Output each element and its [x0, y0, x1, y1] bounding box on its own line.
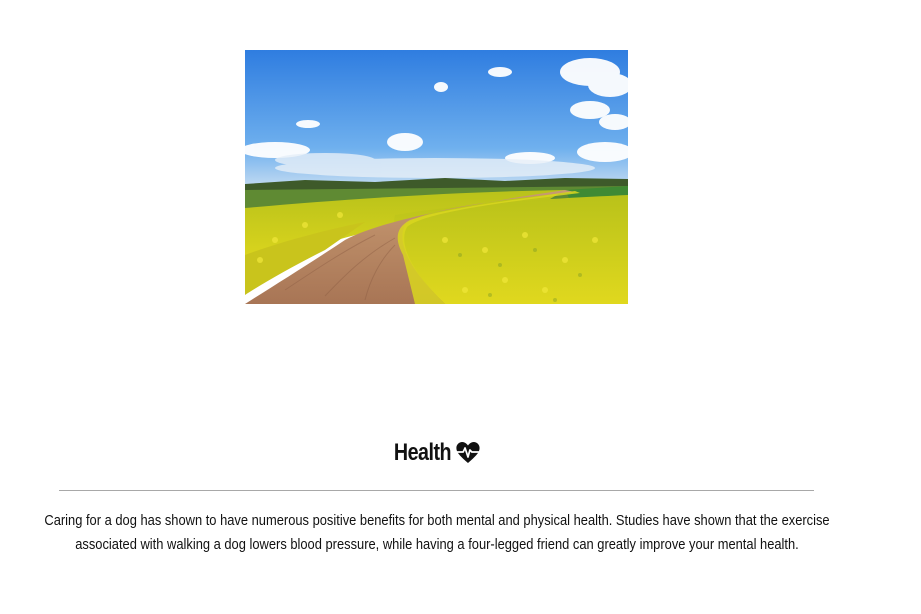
section-divider — [59, 490, 814, 491]
section-title-text: Health — [393, 439, 452, 466]
health-paragraph-text: Caring for a dog has shown to have numer… — [44, 512, 830, 553]
section-title: Health — [78, 436, 794, 470]
heartbeat-icon — [456, 441, 481, 465]
health-paragraph: Caring for a dog has shown to have numer… — [40, 509, 834, 557]
hero-image — [245, 50, 628, 304]
landscape-photo — [245, 50, 628, 304]
